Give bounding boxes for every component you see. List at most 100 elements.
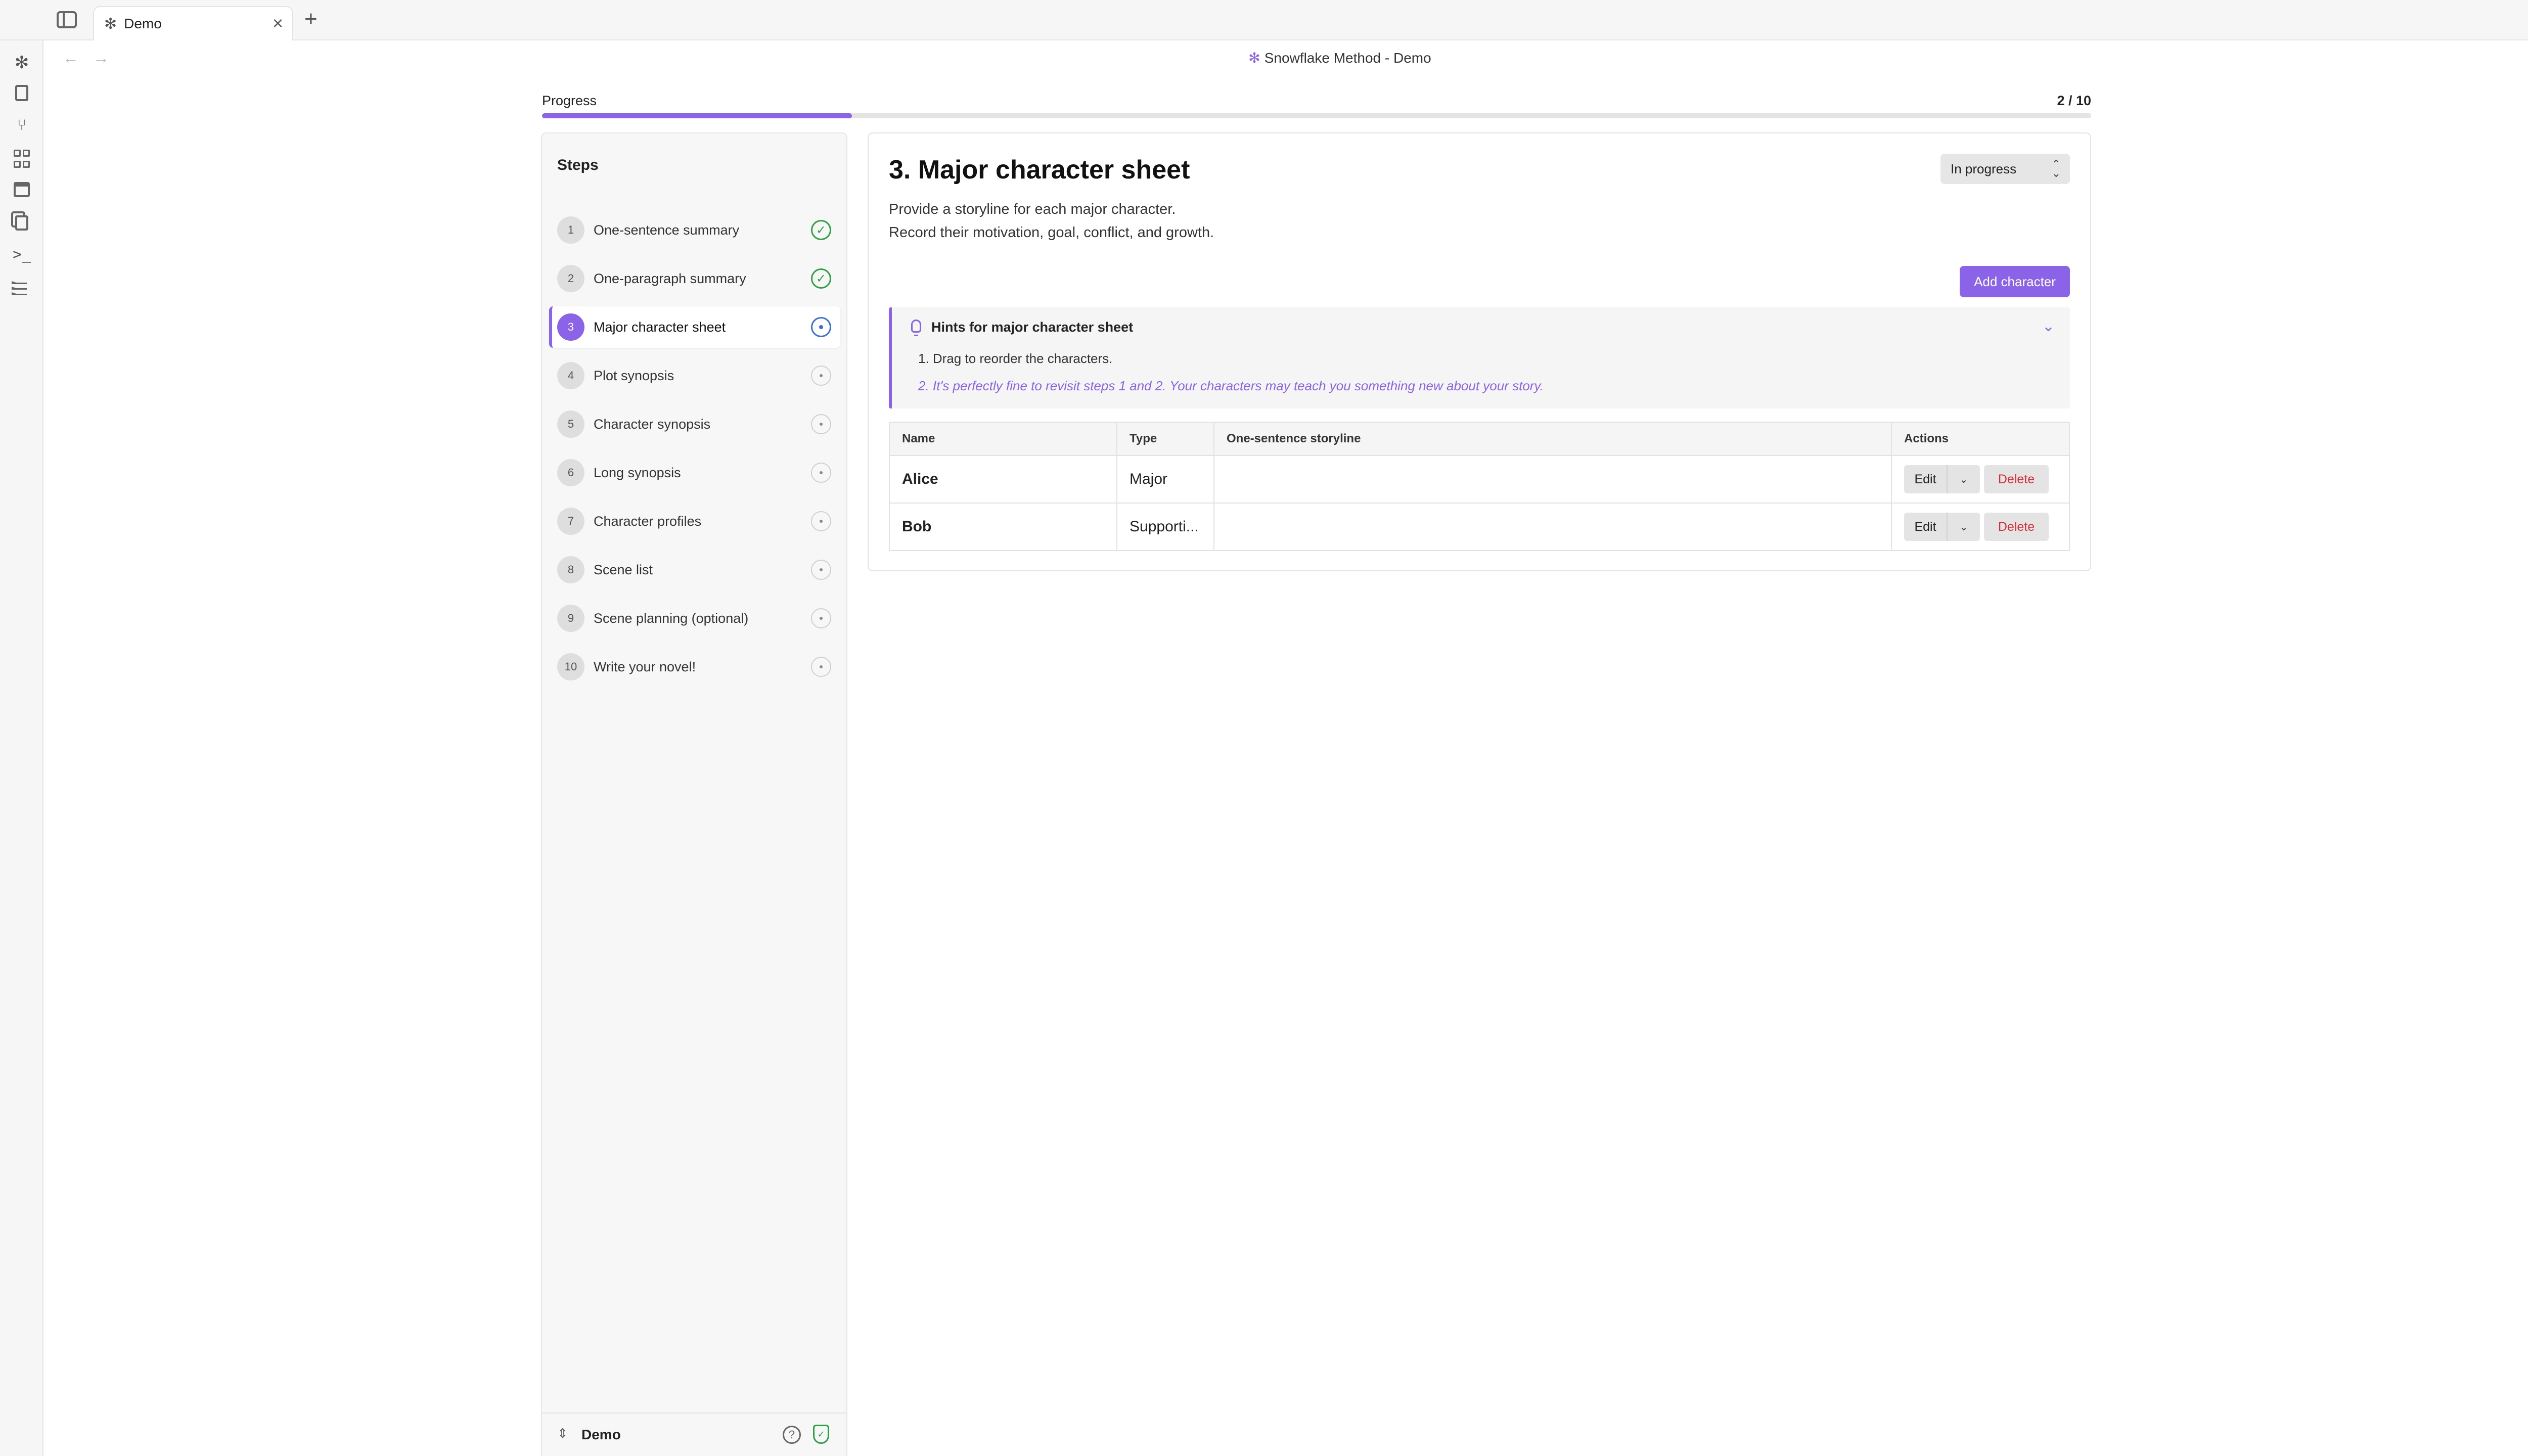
step-item[interactable]: 3 Major character sheet [549, 306, 840, 348]
column-header-type: Type [1116, 422, 1214, 456]
view-title: ✻ Snowflake Method - Demo [1163, 50, 1517, 66]
step-item[interactable]: 5 Character synopsis [549, 403, 840, 445]
copy-icon[interactable] [15, 215, 28, 231]
character-type: Major [1116, 455, 1214, 504]
progress-bar-fill [542, 113, 852, 118]
steps-title: Steps [557, 157, 599, 173]
delete-button[interactable]: Delete [1984, 465, 2049, 493]
view-title-text: Snowflake Method - Demo [1264, 50, 1431, 66]
edit-button[interactable]: Edit [1904, 513, 1947, 541]
tab-bar: ✻ Demo × + ⌄ [0, 0, 2528, 40]
column-header-name: Name [889, 422, 1117, 456]
step-item[interactable]: 4 Plot synopsis [549, 355, 840, 396]
left-sidebar-toggle-icon[interactable] [57, 11, 77, 28]
progress-label: Progress [542, 93, 597, 108]
pending-dot-icon [811, 511, 831, 531]
tab-demo[interactable]: ✻ Demo × [93, 6, 293, 40]
step-label: Major character sheet [594, 319, 726, 335]
help-icon[interactable]: ? [783, 1426, 801, 1444]
step-label: Long synopsis [594, 465, 681, 480]
back-arrow-icon[interactable]: ← [63, 49, 79, 67]
left-ribbon: ✻ ⑂ >_ [0, 40, 43, 1456]
character-type: Supporti... [1116, 503, 1214, 551]
snowflake-icon: ✻ [1248, 50, 1260, 66]
column-header-storyline: One-sentence storyline [1213, 422, 1892, 456]
step-item[interactable]: 6 Long synopsis [549, 452, 840, 493]
vault-switcher-icon[interactable]: ⇕ [557, 1426, 568, 1441]
calendar-icon[interactable] [14, 182, 30, 197]
step-label: Character profiles [594, 513, 702, 529]
step-item[interactable]: 10 Write your novel! [549, 646, 840, 688]
pending-dot-icon [811, 414, 831, 434]
step-label: Scene list [594, 562, 653, 577]
pending-dot-icon [811, 657, 831, 677]
hints-title[interactable]: Hints for major character sheet [931, 320, 1133, 335]
step-number: 1 [557, 216, 584, 244]
step-number: 6 [557, 459, 584, 486]
check-circle-icon: ✓ [811, 220, 831, 240]
step-label: Character synopsis [594, 416, 711, 432]
step-item[interactable]: 1 One-sentence summary ✓ [549, 209, 840, 251]
vault-name[interactable]: Demo [581, 1427, 621, 1443]
step-number: 10 [557, 653, 584, 680]
step-label: One-paragraph summary [594, 270, 746, 286]
step-description-line: Provide a storyline for each major chara… [889, 201, 1176, 217]
delete-button[interactable]: Delete [1984, 513, 2049, 541]
status-select-value: In progress [1951, 161, 2017, 176]
pending-dot-icon [811, 463, 831, 483]
step-item[interactable]: 8 Scene list [549, 549, 840, 590]
page-title: 3. Major character sheet [889, 155, 1190, 185]
pending-dot-icon [811, 560, 831, 580]
step-item[interactable]: 7 Character profiles [549, 500, 840, 542]
step-number: 8 [557, 556, 584, 583]
table-row[interactable]: Bob Supporti... Edit ⌄ Delete [889, 503, 2070, 551]
step-number: 5 [557, 411, 584, 438]
character-storyline [1213, 455, 1892, 504]
table-header-row: Name Type One-sentence storyline Actions [889, 422, 2070, 456]
chevron-updown-icon: ⌃ ⌄ [2051, 158, 2061, 179]
character-name: Bob [889, 503, 1117, 551]
step-number: 3 [557, 313, 584, 341]
row-actions: Edit ⌄ Delete [1891, 455, 2070, 504]
character-name: Alice [889, 455, 1117, 504]
pending-dot-icon [811, 366, 831, 386]
status-select[interactable]: In progress ⌃ ⌄ [1940, 154, 2070, 184]
step-label: One-sentence summary [594, 222, 740, 238]
edit-button[interactable]: Edit [1904, 465, 1947, 493]
new-tab-icon[interactable]: + [304, 7, 318, 31]
step-number: 7 [557, 508, 584, 535]
terminal-icon[interactable]: >_ [12, 245, 32, 265]
column-header-actions: Actions [1891, 422, 2070, 456]
file-icon[interactable] [15, 85, 28, 101]
snowflake-icon[interactable]: ✻ [12, 53, 32, 73]
add-character-button[interactable]: Add character [1960, 266, 2070, 297]
step-label: Plot synopsis [594, 368, 674, 383]
step-label: Write your novel! [594, 659, 696, 674]
hint-item: 2. It's perfectly fine to revisit steps … [918, 378, 1544, 393]
row-actions: Edit ⌄ Delete [1891, 503, 2070, 551]
lightbulb-icon [911, 320, 921, 336]
graph-icon[interactable]: ⑂ [12, 115, 32, 135]
step-item[interactable]: 2 One-paragraph summary ✓ [549, 258, 840, 299]
canvas-icon[interactable] [12, 149, 32, 169]
tab-label: Demo [124, 16, 162, 31]
hint-item: 1. Drag to reorder the characters. [918, 351, 1113, 366]
progress-count: 2 / 10 [2057, 93, 2091, 108]
table-row[interactable]: Alice Major Edit ⌄ Delete [889, 455, 2070, 504]
chevron-down-icon[interactable]: ⌄ [2042, 317, 2055, 335]
progress-bar [542, 113, 2091, 118]
chevron-down-icon[interactable]: ⌄ [1947, 513, 1980, 541]
shield-check-icon[interactable]: ✓ [813, 1425, 829, 1444]
chevron-down-icon[interactable]: ⌄ [2525, 8, 2528, 28]
step-detail-card: 3. Major character sheet In progress ⌃ ⌄ … [868, 132, 2091, 571]
chevron-down-icon[interactable]: ⌄ [1947, 465, 1980, 493]
forward-arrow-icon[interactable]: → [93, 49, 109, 67]
list-icon[interactable] [12, 278, 32, 298]
hints-panel: Hints for major character sheet ⌄ 1. Dra… [889, 307, 2070, 408]
step-number: 9 [557, 605, 584, 632]
character-table: Name Type One-sentence storyline Actions… [889, 422, 2070, 551]
step-number: 2 [557, 265, 584, 292]
step-item[interactable]: 9 Scene planning (optional) [549, 598, 840, 639]
check-circle-icon: ✓ [811, 268, 831, 289]
close-icon[interactable]: × [273, 14, 283, 32]
